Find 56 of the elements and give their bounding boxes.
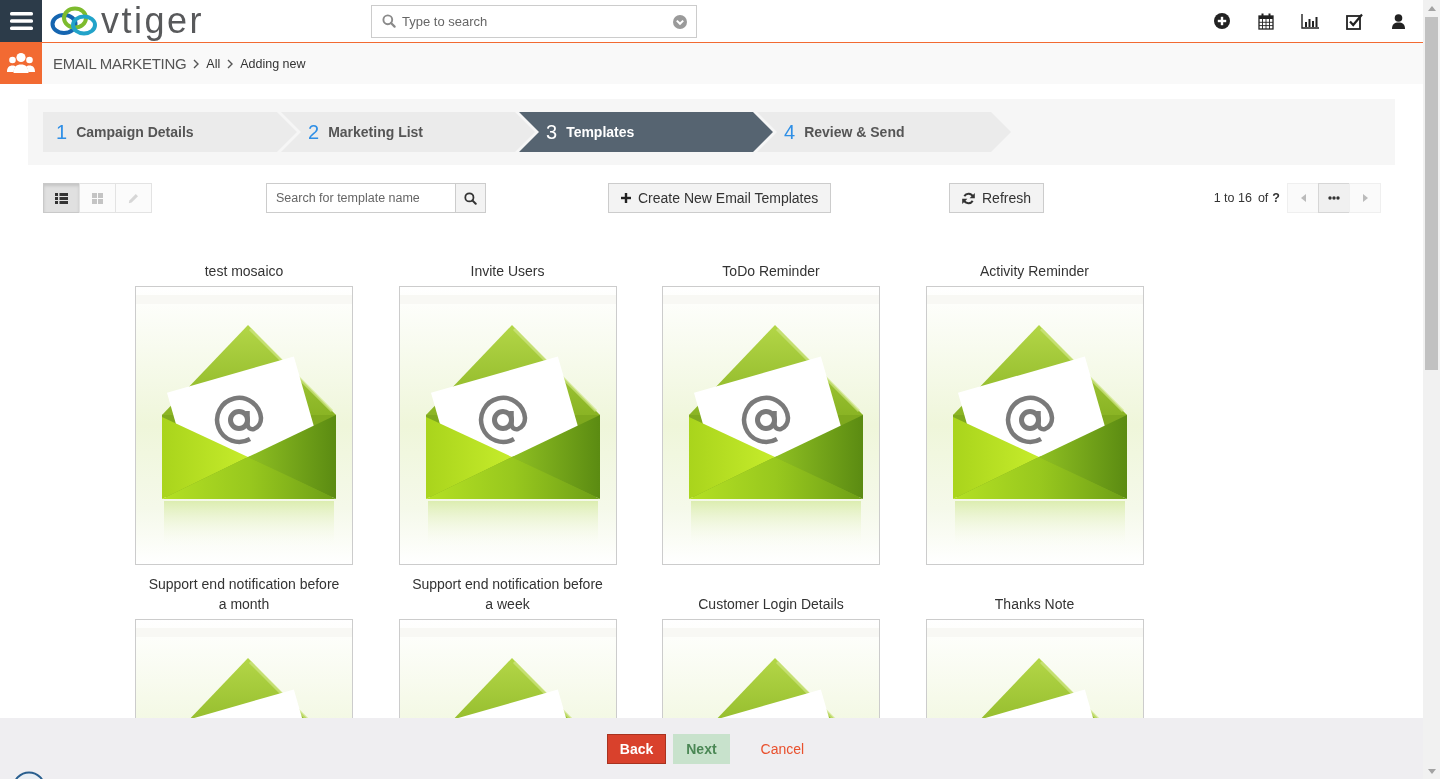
scrollbar[interactable] — [1423, 0, 1440, 779]
caret-left-icon — [1300, 194, 1306, 202]
page-range-text: 1 to 16 — [1213, 191, 1252, 205]
wizard-step: 2 Marketing List — [281, 112, 535, 152]
envelope-drawing[interactable] — [925, 286, 1144, 565]
breadcrumb-link[interactable]: All — [206, 56, 221, 71]
logo-icon[interactable] — [50, 5, 98, 37]
bar-chart-icon[interactable] — [1301, 13, 1319, 29]
create-template-button[interactable]: Create New Email Templates — [608, 183, 832, 213]
search-button[interactable] — [456, 183, 486, 213]
refresh-button[interactable]: Refresh — [949, 183, 1045, 213]
menu-icon — [9, 12, 33, 30]
scroll-up-icon[interactable] — [1427, 6, 1436, 11]
search-icon — [464, 191, 477, 205]
template-name: test mosaico — [204, 262, 284, 281]
envelope-drawing[interactable] — [662, 286, 880, 565]
envelope-drawing[interactable] — [135, 286, 353, 565]
template-name: Invite Users — [470, 262, 545, 281]
template-search-field[interactable]: Search for template name — [266, 183, 456, 213]
template-name: Support end notification before a week — [411, 575, 604, 614]
wizard-step: 3 Templates — [519, 112, 773, 152]
plus-icon — [621, 193, 631, 203]
user-icon[interactable] — [1391, 13, 1405, 29]
menu-button[interactable] — [0, 0, 42, 42]
calendar-icon[interactable] — [1258, 12, 1274, 30]
scrollbar-thumb[interactable] — [1425, 17, 1438, 370]
breadcrumb-current: Adding new — [240, 56, 306, 71]
ellipsis-icon — [1328, 196, 1340, 200]
scroll-down-icon[interactable] — [1427, 769, 1436, 774]
logo-text[interactable]: vtiger — [101, 1, 205, 41]
template-name: Activity Reminder — [980, 262, 1089, 281]
plus-circle-icon[interactable] — [1214, 13, 1230, 29]
chevron-right-icon — [227, 58, 234, 69]
wizard-step: 4 Review & Send — [757, 112, 1011, 152]
more-pages-button[interactable] — [1318, 183, 1350, 213]
module-link[interactable]: EMAIL MARKETING — [53, 55, 187, 72]
checkbox-icon[interactable] — [1345, 12, 1363, 30]
wizard-step: 1 Campaign Details — [43, 112, 297, 152]
back-button[interactable]: Back — [606, 734, 667, 764]
template-name: Support end notification before a month — [147, 575, 341, 614]
dropdown-icon[interactable] — [673, 14, 687, 29]
template-name: Customer Login Details — [698, 595, 844, 614]
template-name: Thanks Note — [994, 595, 1075, 614]
pencil-icon — [128, 192, 139, 204]
envelope-drawing[interactable] — [398, 286, 617, 565]
template-name: ToDo Reminder — [722, 262, 820, 281]
grid-icon — [92, 192, 103, 204]
refresh-icon — [962, 191, 975, 205]
list-view-button[interactable] — [43, 183, 80, 213]
list-icon — [55, 192, 68, 204]
chevron-right-icon — [193, 58, 200, 69]
caret-right-icon — [1362, 194, 1368, 202]
of-label: of — [1257, 191, 1269, 205]
search-icon — [382, 13, 396, 28]
global-search-field[interactable]: Type to search — [371, 4, 697, 38]
total-count: ? — [1272, 191, 1280, 205]
